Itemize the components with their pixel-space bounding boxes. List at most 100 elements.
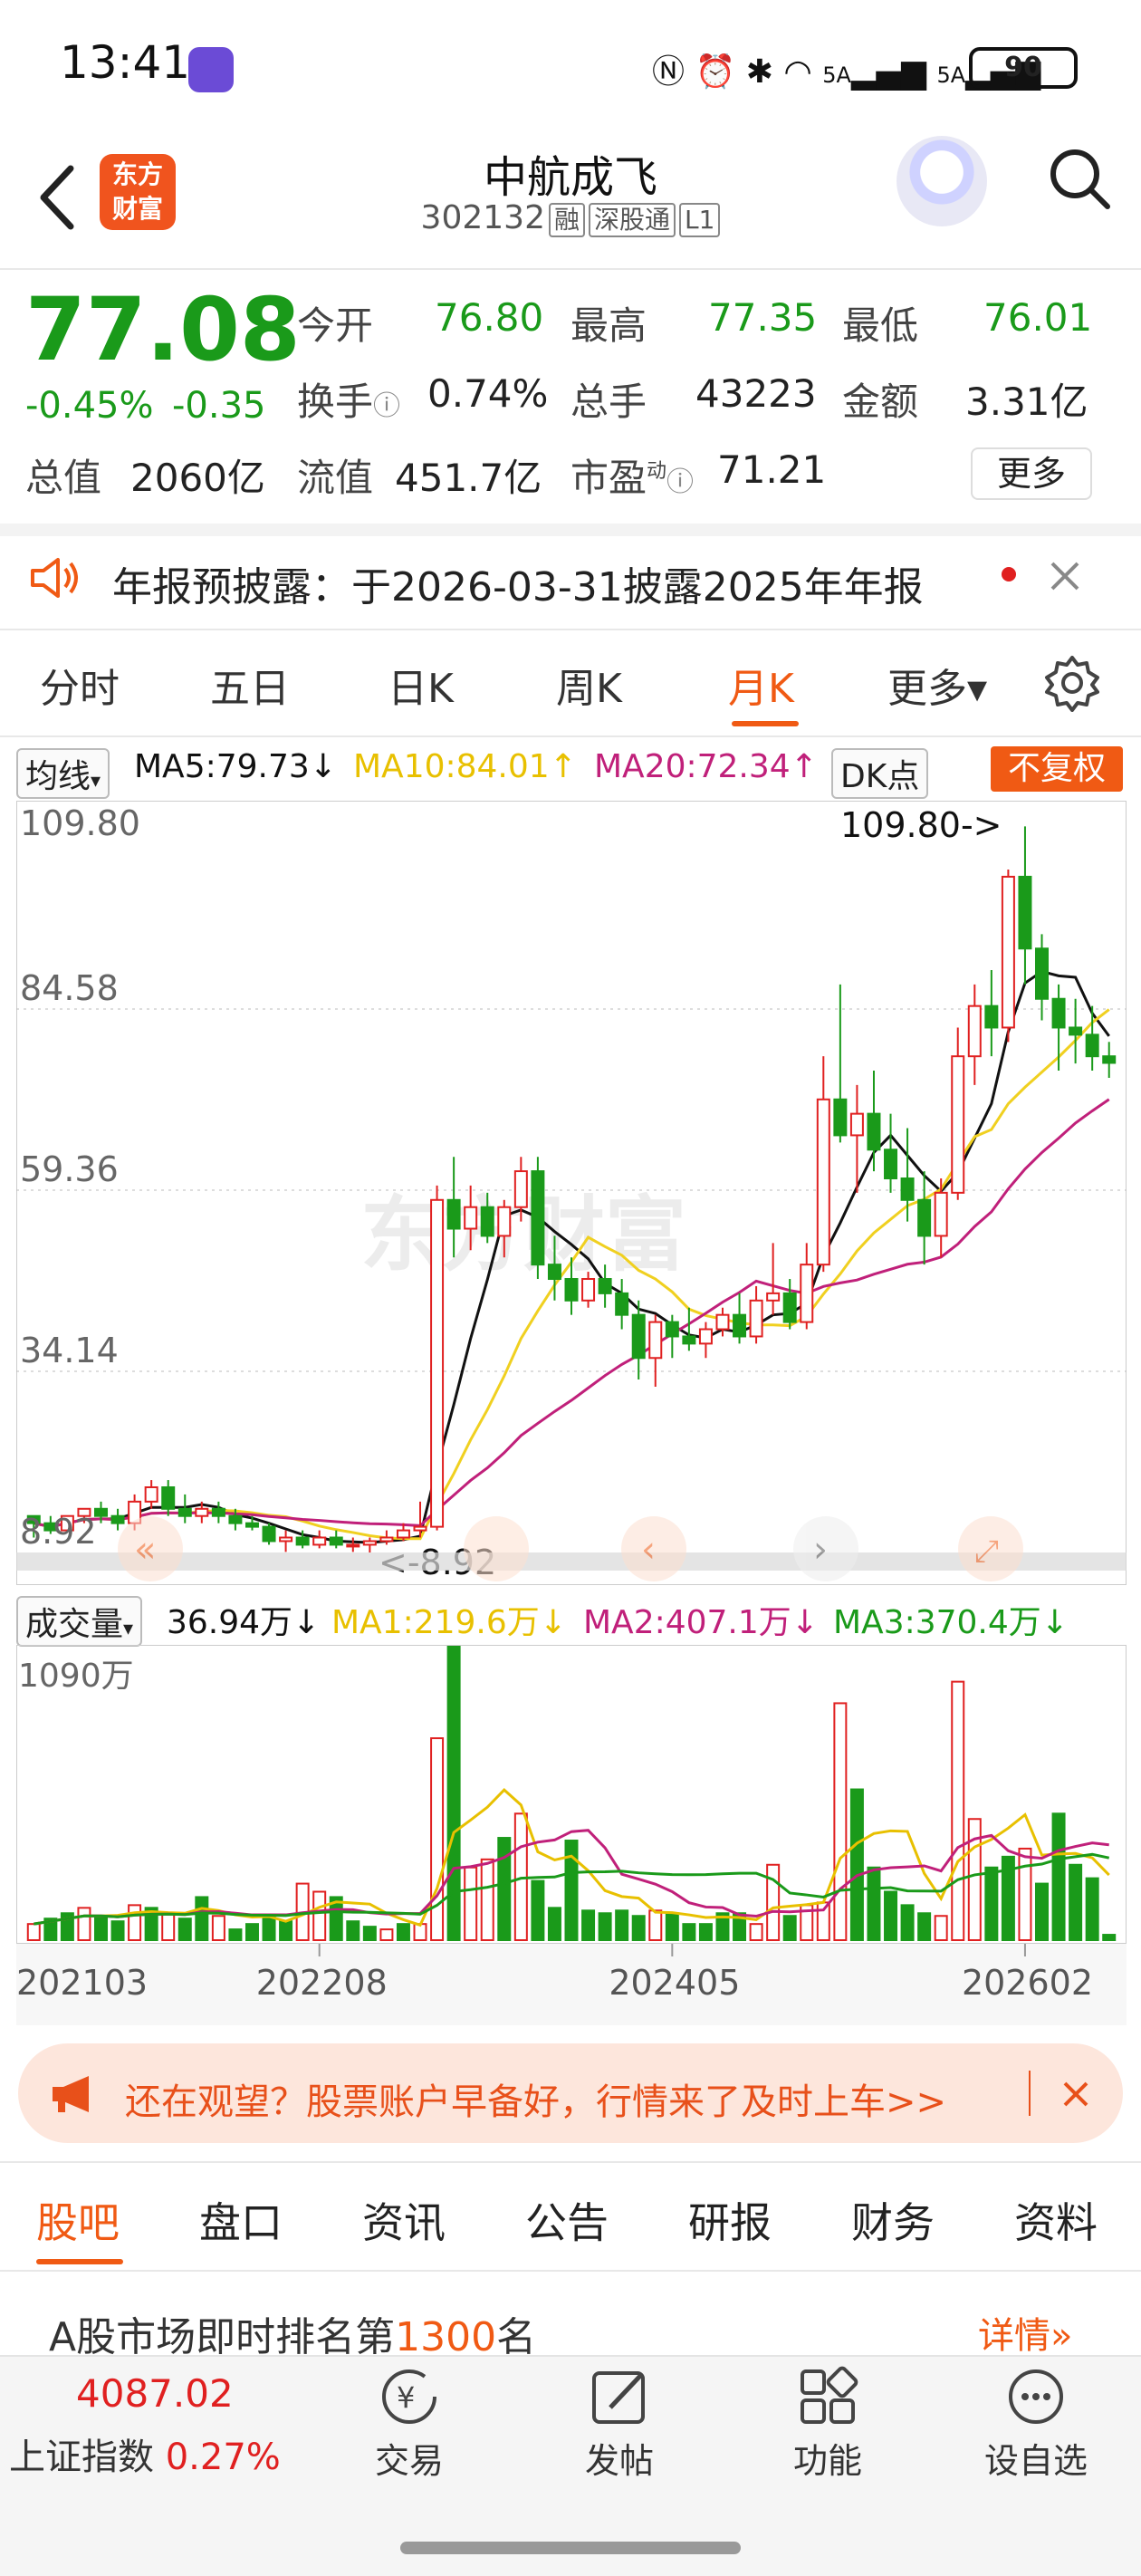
volume-bar-down — [900, 1904, 915, 1941]
adjust-button[interactable]: 不复权 — [991, 746, 1123, 792]
volume-selector[interactable]: 成交量▾ — [16, 1596, 143, 1647]
tab-monthly-k[interactable]: 月K — [728, 656, 794, 714]
candle-down — [531, 1170, 545, 1266]
index-value[interactable]: 4087.02 — [76, 2371, 234, 2416]
candle-up — [430, 1198, 445, 1528]
tab-daily-k[interactable]: 日K — [388, 656, 454, 714]
trade-nav[interactable]: ¥ 交易 — [337, 2366, 482, 2483]
volume-bar-up — [480, 1858, 494, 1941]
megaphone-icon — [53, 2076, 89, 2112]
change-amount: -0.35 — [172, 385, 266, 427]
tag-connect: 深股通 — [589, 203, 676, 237]
assistant-robot-icon[interactable] — [896, 136, 987, 226]
alarm-icon: ⏰ — [695, 53, 736, 91]
dk-point-button[interactable]: DK点 — [831, 748, 929, 799]
volume-bar-down — [598, 1912, 612, 1942]
turnover-value: 0.74% — [427, 371, 549, 416]
tab-research[interactable]: 研报 — [688, 2190, 772, 2250]
x-axis-band — [16, 1944, 1127, 2025]
volume-bar-down — [615, 1909, 629, 1942]
y-tick-label: 109.80 — [20, 803, 140, 843]
candle-down — [93, 1507, 108, 1517]
signal-icon-2: 5A — [936, 62, 966, 88]
volume-bar-down — [1051, 1812, 1066, 1941]
tab-five-day[interactable]: 五日 — [210, 656, 290, 714]
stock-code: 302132 — [420, 199, 545, 236]
candle-up — [346, 1543, 360, 1548]
tab-announcement[interactable]: 公告 — [525, 2190, 609, 2250]
candle-down — [110, 1514, 125, 1524]
candle-up — [513, 1170, 528, 1208]
tab-more[interactable]: 更多▾ — [887, 656, 987, 714]
low-label: 最低 — [842, 303, 919, 348]
speaker-icon — [31, 558, 78, 598]
chevron-right-icon: › — [813, 1529, 828, 1571]
candle-up — [581, 1278, 596, 1302]
post-nav[interactable]: 发帖 — [547, 2366, 692, 2483]
pe-label: 市盈动ⓘ — [570, 456, 695, 500]
candle-up — [766, 1292, 781, 1302]
volume-bar-down — [665, 1912, 679, 1942]
index-name[interactable]: 上证指数 0.27% — [9, 2427, 281, 2480]
candle-up — [413, 1525, 427, 1532]
candle-down — [682, 1335, 696, 1345]
candle-down — [480, 1206, 494, 1237]
candle-down — [984, 1004, 999, 1029]
battery-icon: 90 — [969, 47, 1078, 89]
app-notification-icon — [188, 47, 234, 92]
active-tab-indicator — [732, 721, 799, 726]
volume-bar-down — [682, 1923, 696, 1941]
candle-up — [362, 1540, 377, 1546]
volume-bar-up — [749, 1923, 763, 1941]
total-cap-label: 总值 — [25, 456, 102, 500]
candle-down — [262, 1525, 276, 1543]
candle-down — [917, 1198, 932, 1237]
float-cap-label: 流值 — [297, 456, 374, 500]
candle-up — [497, 1206, 512, 1237]
tab-profile[interactable]: 资料 — [1014, 2190, 1098, 2250]
ma-selector[interactable]: 均线▾ — [16, 748, 110, 799]
candle-up — [698, 1328, 713, 1345]
candle-up — [715, 1313, 730, 1331]
kline-chart[interactable]: 东方财富 109.8084.5859.3634.148.92 109.80-> … — [16, 801, 1127, 1585]
apps-nav[interactable]: 功能 — [755, 2366, 900, 2483]
tab-guba[interactable]: 股吧 — [36, 2190, 120, 2250]
candle-up — [312, 1536, 327, 1546]
tab-weekly-k[interactable]: 周K — [556, 656, 622, 714]
candle-up — [816, 1098, 830, 1266]
y-tick-label: 84.58 — [20, 968, 119, 1008]
active-content-tab-indicator — [36, 2259, 123, 2264]
svg-text:¥: ¥ — [397, 2380, 415, 2415]
detail-link[interactable]: 详情» — [978, 2306, 1072, 2359]
candle-down — [329, 1536, 343, 1546]
tag-margin: 融 — [548, 203, 585, 237]
amount-label: 金额 — [842, 380, 919, 424]
volume-bar-up — [26, 1923, 41, 1941]
notice-text[interactable]: 年报预披露：于2026-03-31披露2025年年报 — [112, 554, 924, 612]
volume-chart[interactable]: 1090万 202103 202208 202405 202602 — [16, 1645, 1127, 2025]
candle-down — [631, 1313, 646, 1360]
candle-down — [161, 1485, 176, 1510]
double-chevron-icon: » — [1050, 2315, 1073, 2357]
settings-gear-icon[interactable] — [1043, 654, 1101, 712]
more-button[interactable]: 更多 — [971, 447, 1092, 500]
search-icon[interactable] — [1046, 145, 1113, 212]
volume-bar-down — [849, 1788, 864, 1941]
volume-bar-down — [346, 1920, 360, 1941]
tab-news[interactable]: 资讯 — [362, 2190, 446, 2250]
bluetooth-icon: ✱ — [745, 53, 773, 91]
tab-pankou[interactable]: 盘口 — [199, 2190, 283, 2250]
candle-down — [1085, 1033, 1099, 1058]
close-icon[interactable] — [1049, 560, 1081, 592]
tab-finance[interactable]: 财务 — [851, 2190, 935, 2250]
y-tick-label: 34.14 — [20, 1331, 119, 1370]
tab-intraday[interactable]: 分时 — [40, 656, 120, 714]
open-label: 今开 — [297, 303, 374, 348]
volume-bar-down — [782, 1915, 797, 1942]
candle-down — [295, 1536, 310, 1546]
chevron-left-icon: ‹ — [641, 1529, 656, 1571]
banner-close-icon[interactable] — [1061, 2080, 1090, 2109]
favorite-nav[interactable]: 设自选 — [964, 2366, 1108, 2483]
banner-text[interactable]: 还在观望？股票账户早备好，行情来了及时上车>> — [125, 2072, 946, 2125]
volume-max-label: 1090万 — [18, 1658, 134, 1695]
